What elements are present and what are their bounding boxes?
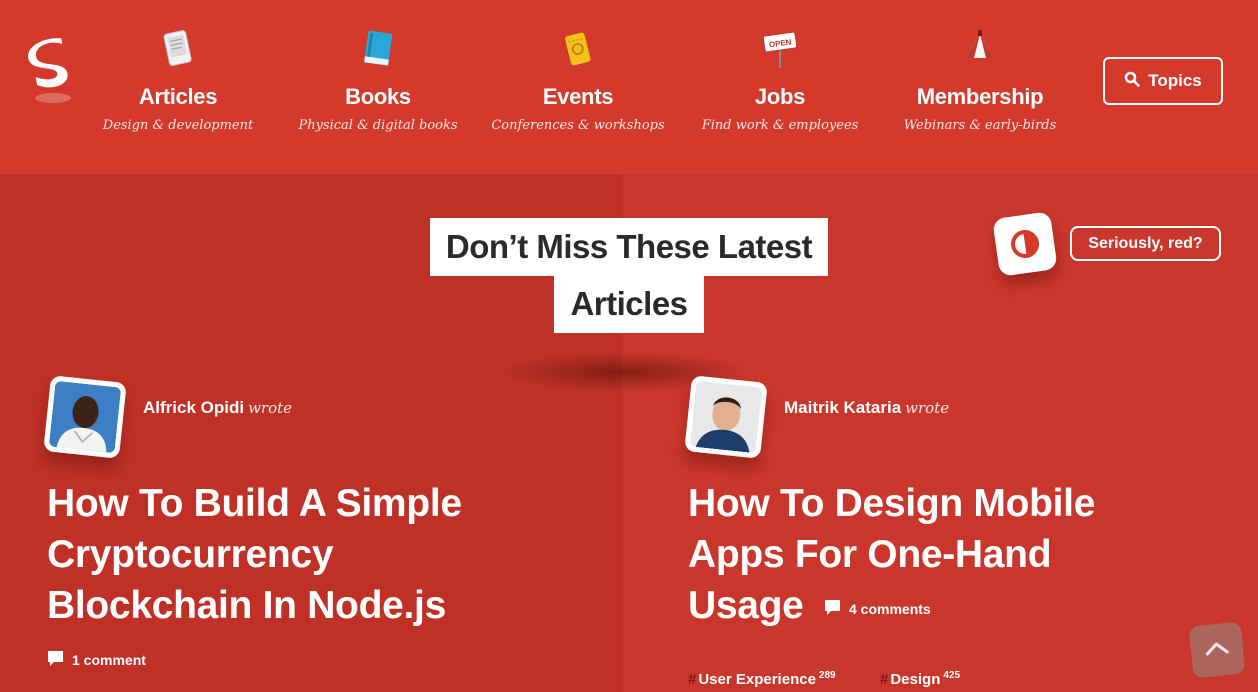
hash-icon: # [688, 671, 697, 688]
nav-title: Events [542, 84, 614, 109]
nav-item-articles[interactable]: Articles Design & development [78, 28, 278, 133]
nav-title: Membership [916, 84, 1044, 109]
heading-line-2: Articles [554, 275, 704, 333]
scroll-to-top-button[interactable] [1188, 621, 1246, 679]
comments-link[interactable]: 4 comments [824, 599, 931, 619]
title-line: Blockchain In Node.js [47, 584, 446, 627]
avatar[interactable] [43, 375, 127, 459]
hash-icon: # [880, 671, 889, 688]
author-photo [689, 380, 763, 454]
nav-subtitle: Design & development [102, 118, 254, 133]
nav-item-jobs[interactable]: OPEN Jobs Find work & employees [680, 28, 880, 133]
comment-icon [47, 650, 64, 670]
nav-subtitle: Conferences & workshops [491, 118, 665, 133]
tag-count: 425 [943, 670, 961, 681]
seriously-red-button[interactable]: Seriously, red? [1070, 226, 1221, 261]
chevron-up-icon [1203, 638, 1231, 662]
comments-link[interactable]: 1 comment [47, 650, 146, 670]
heading-line-1: Don’t Miss These Latest [429, 218, 829, 276]
tag-count: 289 [818, 670, 836, 681]
smashing-logo-icon[interactable] [26, 36, 80, 106]
author-photo [48, 380, 122, 454]
ticket-icon [558, 28, 598, 72]
author-name[interactable]: Maitrik Kataria [784, 398, 901, 417]
nav-title: Articles [138, 84, 218, 109]
title-line: How To Design Mobile [688, 482, 1096, 525]
tag-design[interactable]: # Design 425 [880, 670, 960, 688]
nav-subtitle: Webinars & early-birds [903, 118, 1057, 133]
nav-title: Books [345, 84, 411, 109]
tag-user-experience[interactable]: # User Experience 289 [688, 670, 836, 688]
nav-subtitle: Find work & employees [701, 118, 859, 133]
author-wrote: wrote [905, 399, 950, 417]
comments-count: 4 comments [849, 601, 931, 617]
comment-icon [824, 599, 841, 619]
color-toggle-icon[interactable] [992, 211, 1058, 277]
author-name[interactable]: Alfrick Opidi [143, 398, 244, 417]
open-sign-icon: OPEN [760, 28, 800, 72]
nav-title: Jobs [754, 84, 806, 109]
author-wrote: wrote [248, 399, 293, 417]
nav-item-membership[interactable]: Membership Webinars & early-birds [880, 28, 1080, 133]
topics-button[interactable]: Topics [1103, 57, 1223, 105]
nav-item-events[interactable]: Events Conferences & workshops [478, 28, 678, 133]
article-title[interactable]: How To Build A Simple Cryptocurrency Blo… [47, 478, 462, 631]
author-line: Maitrik Kataria wrote [784, 398, 949, 418]
title-line: Cryptocurrency [47, 533, 334, 576]
title-line: How To Build A Simple [47, 482, 462, 525]
author-line: Alfrick Opidi wrote [143, 398, 292, 418]
nav-subtitle: Physical & digital books [298, 118, 458, 133]
ereader-icon [158, 28, 198, 72]
topics-label: Topics [1148, 71, 1202, 90]
tent-icon [960, 28, 1000, 72]
book-icon [358, 28, 398, 72]
title-line: Apps For One-Hand [688, 533, 1052, 576]
avatar[interactable] [684, 375, 768, 459]
site-header: Articles Design & development Books Phys… [0, 0, 1258, 174]
search-icon [1124, 71, 1140, 92]
nav-item-books[interactable]: Books Physical & digital books [278, 28, 478, 133]
tag-label: User Experience [698, 671, 816, 688]
tag-label: Design [890, 671, 941, 688]
comments-count: 1 comment [72, 652, 146, 668]
